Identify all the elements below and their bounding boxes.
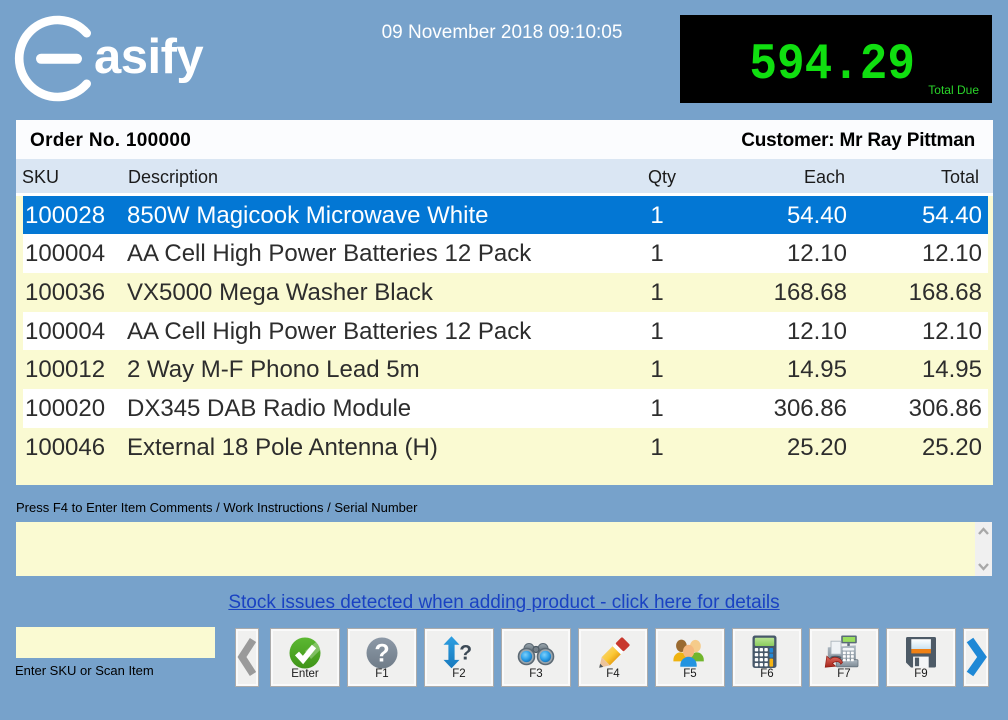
svg-text:?: ? xyxy=(374,640,389,668)
svg-text:?: ? xyxy=(459,641,472,664)
